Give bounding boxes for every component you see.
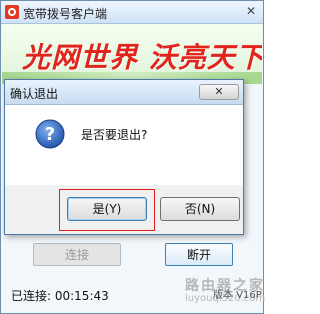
no-button[interactable]: 否(N) — [160, 197, 240, 221]
connect-button[interactable]: 连接 — [33, 243, 121, 266]
dialog-titlebar: 确认退出 ✕ — [5, 80, 243, 105]
app-icon — [5, 5, 19, 19]
dialog-title: 确认退出 — [10, 87, 59, 101]
question-icon: ? — [35, 119, 65, 149]
dialog-body: ? 是否要退出? — [5, 105, 243, 185]
banner: 光网世界 沃亮天下 — [2, 24, 262, 84]
svg-text:?: ? — [45, 124, 55, 145]
close-icon: ✕ — [214, 85, 224, 98]
version-label: 版本 V16P — [213, 290, 262, 301]
dialog-close-button[interactable]: ✕ — [199, 84, 239, 100]
banner-slogan: 光网世界 沃亮天下 — [22, 41, 262, 74]
yes-button[interactable]: 是(Y) — [67, 197, 147, 221]
connection-status: 已连接: 00:15:43 — [11, 289, 109, 303]
confirm-exit-dialog: 确认退出 ✕ ? 是否要退出? 是(Y) 否(N) — [4, 79, 244, 235]
window-title: 宽带拨号客户端 — [23, 7, 108, 21]
dialog-footer: 是(Y) 否(N) — [5, 185, 243, 234]
disconnect-button[interactable]: 断开 — [165, 243, 233, 266]
main-titlebar: 宽带拨号客户端 ✕ — [1, 1, 263, 24]
window-close-icon[interactable]: ✕ — [243, 4, 259, 19]
dialog-message: 是否要退出? — [81, 128, 148, 142]
